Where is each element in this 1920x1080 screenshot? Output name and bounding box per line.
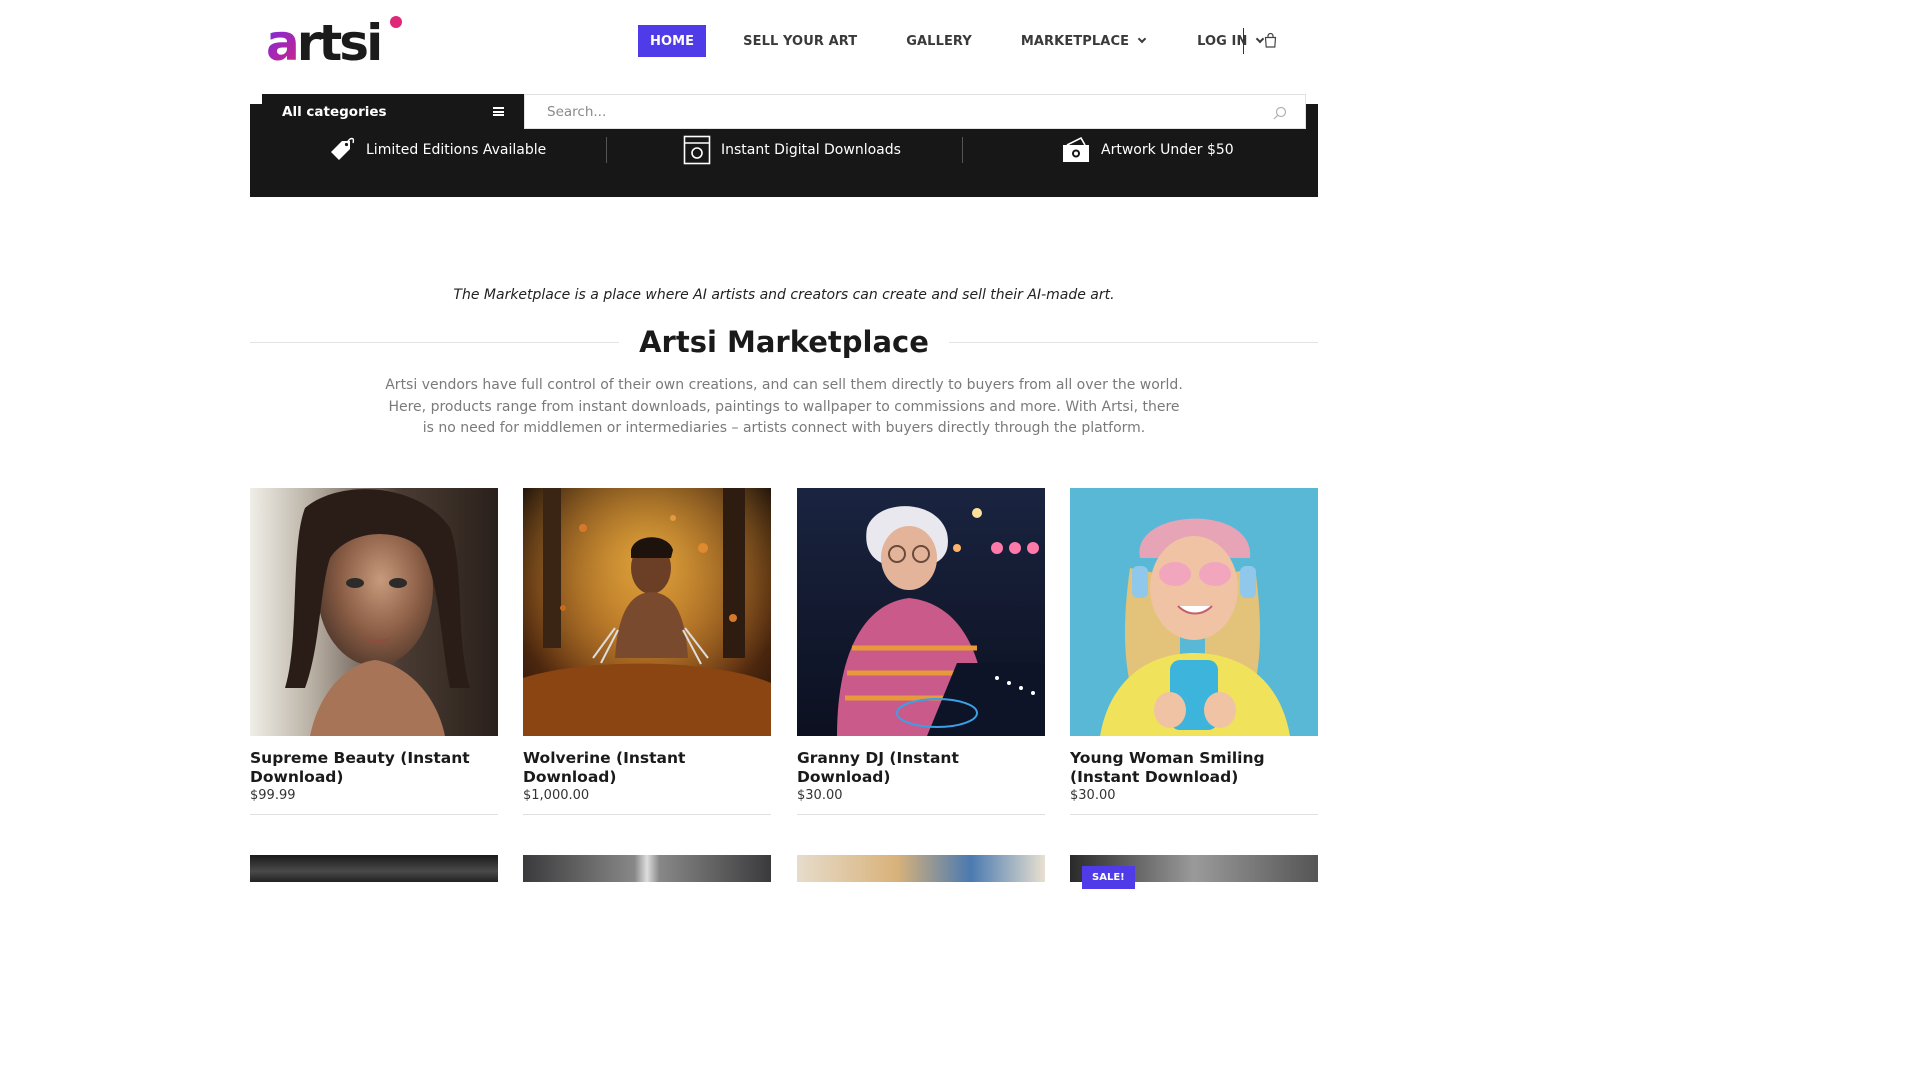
- feature-label: Limited Editions Available: [366, 142, 547, 158]
- product-price: $30.00: [797, 788, 843, 803]
- nav-sell-your-art[interactable]: SELL YOUR ART: [743, 25, 857, 57]
- logo-letter-a: a: [266, 14, 300, 72]
- product-price: $30.00: [1070, 788, 1116, 803]
- logo-dot: [390, 16, 402, 28]
- search-icon[interactable]: [1273, 105, 1287, 124]
- marketplace-description: Artsi vendors have full control of their…: [385, 377, 1183, 437]
- product-image-wolverine[interactable]: [523, 488, 771, 736]
- marketplace-tagline: The Marketplace is a place where AI arti…: [453, 287, 1115, 303]
- nav-home-label: HOME: [650, 33, 695, 49]
- cash-icon: [1063, 136, 1089, 162]
- nav-gallery-label: GALLERY: [906, 33, 972, 49]
- nav-divider: [1243, 28, 1244, 54]
- product-card[interactable]: Wolverine (Instant Download) $1,000.00: [523, 488, 771, 815]
- product-name[interactable]: Wolverine (Instant Download): [523, 749, 771, 787]
- nav-home[interactable]: HOME: [638, 25, 707, 57]
- product-image-supreme-beauty[interactable]: [250, 488, 498, 736]
- logo-letter-i: i: [366, 14, 383, 72]
- product-divider: [250, 814, 498, 815]
- product-divider: [797, 814, 1045, 815]
- feature-label: Artwork Under $50: [1101, 142, 1234, 158]
- product-card[interactable]: Supreme Beauty (Instant Download) $99.99: [250, 488, 498, 815]
- nav-sell-label: SELL YOUR ART: [743, 33, 858, 49]
- all-categories-label: All categories: [282, 103, 387, 120]
- search-input[interactable]: [525, 95, 1305, 128]
- price-tag-icon: [331, 137, 355, 160]
- product-image-young-woman-smiling[interactable]: [1070, 488, 1318, 736]
- product-image-row2-2[interactable]: [523, 855, 771, 882]
- product-image-row2-3[interactable]: [797, 855, 1045, 882]
- product-divider: [523, 814, 771, 815]
- product-price: $99.99: [250, 788, 296, 803]
- product-price: $1,000.00: [523, 788, 590, 803]
- product-card[interactable]: Granny DJ (Instant Download) $30.00: [797, 488, 1045, 815]
- title-divider-right: [948, 341, 1318, 343]
- nav-log-in[interactable]: LOG IN: [1197, 25, 1265, 57]
- product-divider: [1070, 814, 1318, 815]
- product-image-row2-1[interactable]: [250, 855, 498, 882]
- page-title: Artsi Marketplace: [639, 325, 929, 359]
- section-title-row: Artsi Marketplace: [250, 322, 1318, 362]
- chevron-down-icon: [1137, 34, 1147, 44]
- feature-under-50: Artwork Under $50: [1061, 134, 1234, 166]
- all-categories-button[interactable]: All categories: [262, 94, 524, 129]
- feature-divider: [606, 137, 607, 163]
- product-image-granny-dj[interactable]: [797, 488, 1045, 736]
- title-divider-left: [250, 341, 620, 343]
- product-name[interactable]: Supreme Beauty (Instant Download): [250, 749, 498, 787]
- search-box: [524, 94, 1306, 129]
- feature-instant-downloads: Instant Digital Downloads: [683, 134, 901, 166]
- nav-marketplace-label: MARKETPLACE: [1020, 33, 1130, 49]
- logo-letters: rts: [296, 14, 369, 72]
- shopping-bag-icon[interactable]: [1264, 32, 1277, 52]
- nav-gallery[interactable]: GALLERY: [906, 25, 972, 57]
- download-box-icon: [683, 135, 711, 165]
- main-nav: HOME SELL YOUR ART GALLERY MARKETPLACE L…: [638, 25, 1265, 57]
- product-name[interactable]: Granny DJ (Instant Download): [797, 749, 1045, 787]
- feature-limited-editions: Limited Editions Available: [328, 134, 546, 166]
- feature-divider: [962, 137, 963, 163]
- sale-badge: SALE!: [1082, 866, 1135, 889]
- artsi-logo[interactable]: artsi: [266, 14, 383, 68]
- nav-login-label: LOG IN: [1197, 33, 1248, 49]
- product-name[interactable]: Young Woman Smiling (Instant Download): [1070, 749, 1318, 787]
- product-card[interactable]: Young Woman Smiling (Instant Download) $…: [1070, 488, 1318, 815]
- nav-marketplace[interactable]: MARKETPLACE: [1020, 25, 1147, 57]
- feature-label: Instant Digital Downloads: [721, 142, 901, 158]
- hamburger-menu-icon: [493, 107, 504, 116]
